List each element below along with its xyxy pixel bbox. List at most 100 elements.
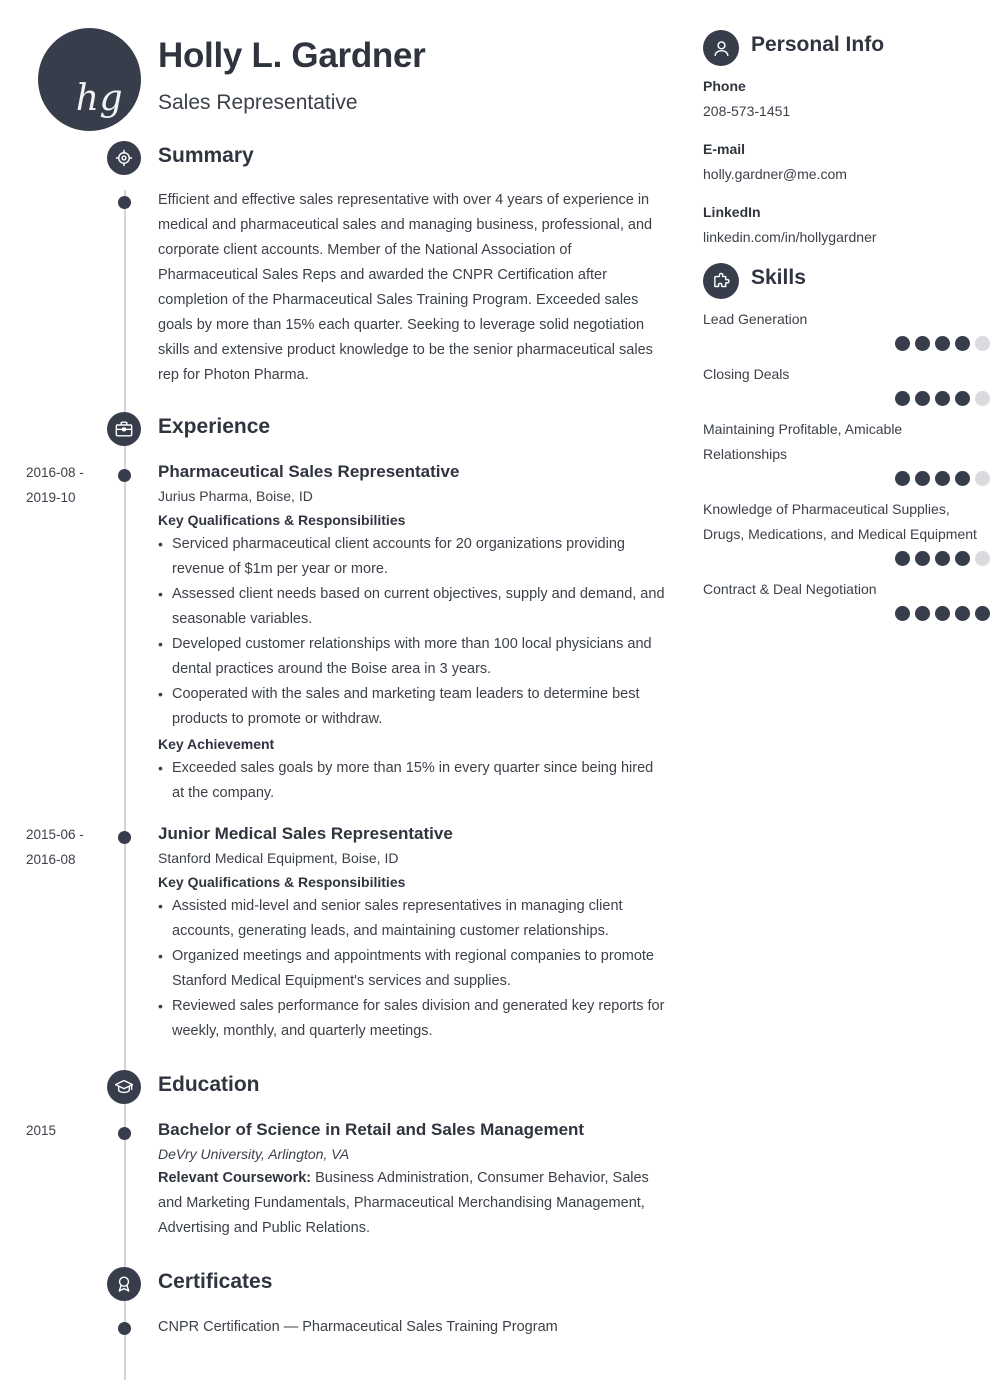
section-certificates: Certificates CNPR Certification — Pharma… (0, 1267, 690, 1340)
summary-title: Summary (158, 144, 254, 167)
skill-rating (703, 335, 990, 352)
certificate-text: CNPR Certification — Pharmaceutical Sale… (158, 1319, 558, 1335)
info-field: LinkedIn linkedin.com/in/hollygardner (703, 200, 990, 250)
rating-dot (935, 551, 950, 566)
certificates-title: Certificates (158, 1270, 273, 1293)
rating-dot (935, 471, 950, 486)
info-value-phone[interactable]: 208-573-1451 (703, 99, 990, 124)
user-icon (703, 30, 739, 66)
info-value-linkedin[interactable]: linkedin.com/in/hollygardner (703, 225, 990, 250)
timeline-dot (118, 469, 131, 482)
list-item: Cooperated with the sales and marketing … (158, 682, 666, 732)
rating-dot (915, 606, 930, 621)
job-company: Stanford Medical Equipment, Boise, ID (158, 850, 399, 866)
personal-info-heading: Personal Info (703, 30, 990, 74)
job-position-title: Junior Medical Sales Representative (158, 824, 453, 843)
qualifications-label: Key Qualifications & Responsibilities (158, 512, 406, 528)
timeline-dot (118, 196, 131, 209)
sidebar-section-personal-info: Personal Info Phone 208-573-1451 E-mail … (703, 30, 990, 250)
list-item: Assisted mid-level and senior sales repr… (158, 894, 666, 944)
rating-dot (935, 606, 950, 621)
certificates-heading: Certificates (0, 1267, 690, 1309)
list-item: Developed customer relationships with mo… (158, 632, 666, 682)
info-field: E-mail holly.gardner@me.com (703, 137, 990, 187)
award-ribbon-icon (107, 1267, 141, 1301)
skill-label: Knowledge of Pharmaceutical Supplies, Dr… (703, 501, 977, 542)
rating-dot (955, 391, 970, 406)
certificate-entry: CNPR Certification — Pharmaceutical Sale… (0, 1315, 690, 1340)
rating-dot (895, 606, 910, 621)
achievement-list: Exceeded sales goals by more than 15% in… (158, 756, 666, 806)
rating-dot (975, 391, 990, 406)
skill-item: Maintaining Profitable, Amicable Relatio… (703, 417, 990, 487)
page-title: Holly L. Gardner (158, 36, 426, 75)
job-position-title: Pharmaceutical Sales Representative (158, 462, 460, 481)
experience-title: Experience (158, 415, 271, 438)
skill-item: Knowledge of Pharmaceutical Supplies, Dr… (703, 497, 990, 567)
rating-dot (895, 551, 910, 566)
education-heading: Education (0, 1070, 690, 1112)
rating-dot (975, 551, 990, 566)
skill-item: Contract & Deal Negotiation (703, 577, 990, 622)
rating-dot (915, 551, 930, 566)
degree-title: Bachelor of Science in Retail and Sales … (158, 1120, 585, 1139)
rating-dot (895, 336, 910, 351)
section-education: Education 2015 Bachelor of Science in Re… (0, 1070, 690, 1241)
rating-dot (975, 606, 990, 621)
briefcase-icon (107, 412, 141, 446)
timeline-dot (118, 1127, 131, 1140)
skills-title: Skills (751, 266, 806, 289)
rating-dot (895, 391, 910, 406)
skill-item: Closing Deals (703, 362, 990, 407)
list-item: Reviewed sales performance for sales div… (158, 994, 666, 1044)
skill-rating (703, 470, 990, 487)
section-summary: Summary Efficient and effective sales re… (0, 141, 690, 388)
rating-dot (935, 391, 950, 406)
qualifications-label: Key Qualifications & Responsibilities (158, 874, 406, 890)
rating-dot (915, 471, 930, 486)
entry-date: 2015 (26, 1123, 57, 1138)
date-end: 2019-10 (26, 490, 76, 505)
skill-label: Maintaining Profitable, Amicable Relatio… (703, 421, 903, 462)
list-item: Serviced pharmaceutical client accounts … (158, 532, 666, 582)
summary-text: Efficient and effective sales representa… (158, 192, 653, 383)
experience-entry: 2015-06 - 2016-08 Junior Medical Sales R… (0, 822, 690, 1044)
skill-rating (703, 605, 990, 622)
sidebar: Personal Info Phone 208-573-1451 E-mail … (703, 0, 990, 632)
info-label: E-mail (703, 141, 746, 157)
info-value-email[interactable]: holly.gardner@me.com (703, 162, 990, 187)
rating-dot (935, 336, 950, 351)
skills-heading: Skills (703, 263, 990, 307)
coursework-label: Relevant Coursework: (158, 1170, 312, 1186)
achievement-label: Key Achievement (158, 736, 275, 752)
date-start: 2016-08 - (26, 465, 84, 480)
experience-entry: 2016-08 - 2019-10 Pharmaceutical Sales R… (0, 460, 690, 806)
rating-dot (975, 471, 990, 486)
info-field: Phone 208-573-1451 (703, 74, 990, 124)
info-label: Phone (703, 78, 746, 94)
qualifications-list: Serviced pharmaceutical client accounts … (158, 532, 666, 732)
summary-entry: Efficient and effective sales representa… (0, 188, 690, 388)
skill-rating (703, 550, 990, 567)
date-start: 2015-06 - (26, 827, 84, 842)
experience-heading: Experience (0, 412, 690, 454)
entry-date: 2016-08 - 2019-10 (26, 460, 112, 510)
skill-label: Contract & Deal Negotiation (703, 581, 877, 597)
puzzle-piece-icon (703, 263, 739, 299)
timeline-dot (118, 831, 131, 844)
entry-date: 2015-06 - 2016-08 (26, 822, 112, 872)
resume-header: hg Holly L. Gardner Sales Representative (0, 0, 690, 133)
rating-dot (895, 471, 910, 486)
sidebar-section-skills: Skills Lead Generation Closing Deals Mai… (703, 263, 990, 622)
skill-item: Lead Generation (703, 307, 990, 352)
timeline-dot (118, 1322, 131, 1335)
education-title: Education (158, 1073, 260, 1096)
graduation-cap-icon (107, 1070, 141, 1104)
list-item: Exceeded sales goals by more than 15% in… (158, 756, 666, 806)
rating-dot (955, 336, 970, 351)
section-experience: Experience 2016-08 - 2019-10 Pharmaceuti… (0, 412, 690, 1044)
skill-label: Closing Deals (703, 366, 790, 382)
rating-dot (975, 336, 990, 351)
list-item: Organized meetings and appointments with… (158, 944, 666, 994)
list-item: Assessed client needs based on current o… (158, 582, 666, 632)
